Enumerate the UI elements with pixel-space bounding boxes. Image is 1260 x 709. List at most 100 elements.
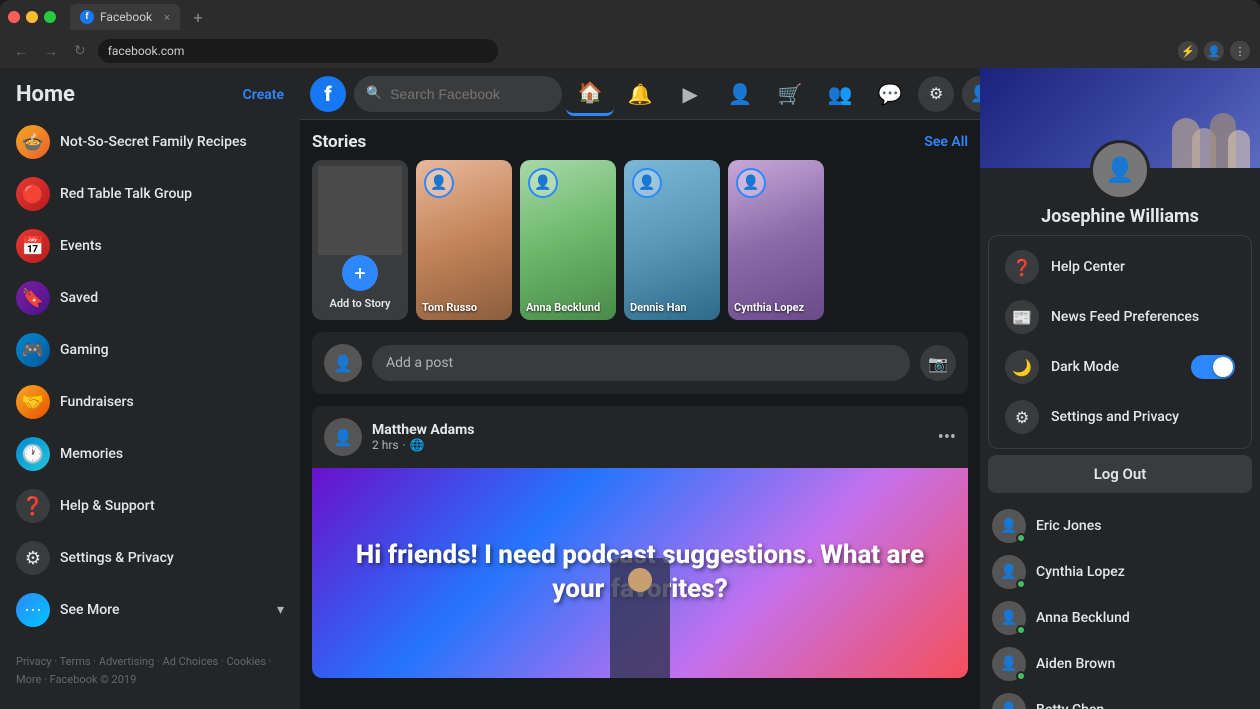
post-card: 👤 Matthew Adams 2 hrs · 🌐 ••• Hi friends… (312, 406, 968, 678)
add-story-card[interactable]: + Add to Story (312, 160, 408, 320)
add-story-label: Add to Story (330, 297, 391, 310)
menu-item-settings-privacy[interactable]: ⚙ Settings and Privacy (995, 392, 1245, 442)
friend-name: Aiden Brown (1036, 656, 1115, 672)
footer-text: Privacy · Terms · Advertising · Ad Choic… (16, 655, 272, 686)
menu-item-news-feed-prefs[interactable]: 📰 News Feed Preferences (995, 292, 1245, 342)
profile-card: 👤 Josephine Williams (980, 68, 1260, 231)
search-input[interactable] (390, 86, 550, 102)
stories-title: Stories (312, 132, 366, 152)
create-button[interactable]: Create (243, 87, 284, 103)
minimize-traffic-light[interactable] (26, 11, 38, 23)
stories-section: Stories See All + Add to Story (312, 132, 968, 320)
settings-icon: ⚙ (16, 541, 50, 575)
dropdown-menu: ❓ Help Center 📰 News Feed Preferences 🌙 … (988, 235, 1252, 449)
see-more-icon: ⋯ (16, 593, 50, 627)
reload-button[interactable]: ↻ (70, 41, 90, 61)
tab-bar: f Facebook × + (0, 0, 1260, 34)
sidebar-item-family-recipes[interactable]: 🍲 Not-So-Secret Family Recipes (8, 117, 292, 167)
see-all-button[interactable]: See All (924, 134, 968, 150)
browser-chrome: f Facebook × + ← → ↻ facebook.com ⚡ 👤 ⋮ (0, 0, 1260, 68)
dark-mode-toggle[interactable] (1191, 355, 1235, 379)
active-tab[interactable]: f Facebook × (70, 4, 180, 30)
sidebar-item-settings-privacy[interactable]: ⚙ Settings & Privacy (8, 533, 292, 583)
chevron-down-icon: ▾ (277, 602, 284, 618)
url-text: facebook.com (108, 44, 185, 58)
messenger-nav-button[interactable]: 💬 (866, 72, 914, 116)
saved-icon: 🔖 (16, 281, 50, 315)
sidebar-item-memories[interactable]: 🕐 Memories (8, 429, 292, 479)
profile-avatar-nav[interactable]: 👤 (962, 76, 980, 112)
friend-item-betty-chen[interactable]: 👤 Betty Chen (988, 687, 1252, 709)
sidebar-item-fundraisers[interactable]: 🤝 Fundraisers (8, 377, 292, 427)
post-figure (610, 558, 670, 678)
menu-button[interactable]: ⋮ (1230, 41, 1250, 61)
story-name: Cynthia Lopez (734, 301, 804, 314)
home-nav-button[interactable]: 🏠 (566, 72, 614, 116)
menu-item-dark-mode[interactable]: 🌙 Dark Mode (995, 342, 1245, 392)
menu-item-label: Help Center (1051, 259, 1125, 275)
memories-icon: 🕐 (16, 437, 50, 471)
help-icon: ❓ (16, 489, 50, 523)
help-center-icon: ❓ (1005, 250, 1039, 284)
sidebar-item-saved[interactable]: 🔖 Saved (8, 273, 292, 323)
friend-item-anna-becklund[interactable]: 👤 Anna Becklund (988, 595, 1252, 641)
notifications-nav-button[interactable]: 🔔 (616, 72, 664, 116)
marketplace-nav-button[interactable]: 🛒 (766, 72, 814, 116)
profile-name: Josephine Williams (980, 200, 1260, 231)
story-card-dennis-han[interactable]: 👤 Dennis Han (624, 160, 720, 320)
groups-nav-button[interactable]: 👥 (816, 72, 864, 116)
settings-nav-button[interactable]: ⚙ (918, 76, 954, 112)
profile-nav-button[interactable]: 👤 (716, 72, 764, 116)
stories-row: + Add to Story 👤 Tom Russo (312, 160, 968, 320)
logout-button[interactable]: Log Out (988, 455, 1252, 493)
see-more-label: See More (60, 602, 119, 618)
address-bar: ← → ↻ facebook.com ⚡ 👤 ⋮ (0, 34, 1260, 68)
sidebar-item-help[interactable]: ❓ Help & Support (8, 481, 292, 531)
profile-avatar: 👤 (1090, 140, 1150, 200)
post-time: 2 hrs (372, 438, 399, 452)
close-traffic-light[interactable] (8, 11, 20, 23)
forward-button[interactable]: → (40, 41, 62, 62)
sidebar-item-label: Settings & Privacy (60, 550, 174, 566)
profile-avatar-wrap: 👤 (980, 140, 1260, 200)
red-table-icon: 🔴 (16, 177, 50, 211)
friend-item-eric-jones[interactable]: 👤 Eric Jones (988, 503, 1252, 549)
main-area: f 🔍 🏠 🔔 ▶ 👤 🛒 👥 💬 ⚙ 👤 (300, 68, 980, 709)
post-author-name: Matthew Adams (372, 422, 928, 438)
sidebar-item-events[interactable]: 📅 Events (8, 221, 292, 271)
extensions-button[interactable]: ⚡ (1178, 41, 1198, 61)
friends-list: 👤 Eric Jones 👤 Cynthia Lopez 👤 Anna Beck… (980, 499, 1260, 709)
fundraisers-icon: 🤝 (16, 385, 50, 419)
url-bar[interactable]: facebook.com (98, 39, 498, 63)
back-button[interactable]: ← (10, 41, 32, 62)
sidebar-header: Home Create (8, 78, 292, 117)
friend-avatar: 👤 (992, 693, 1026, 709)
settings-privacy-icon: ⚙ (1005, 400, 1039, 434)
friend-name: Betty Chen (1036, 702, 1104, 709)
story-name: Tom Russo (422, 301, 477, 314)
watch-nav-button[interactable]: ▶ (666, 72, 714, 116)
friend-item-aiden-brown[interactable]: 👤 Aiden Brown (988, 641, 1252, 687)
family-recipes-icon: 🍲 (16, 125, 50, 159)
post-input-button[interactable]: Add a post (372, 345, 910, 381)
friend-avatar: 👤 (992, 555, 1026, 589)
see-more-button[interactable]: ⋯ See More ▾ (8, 585, 292, 635)
post-more-button[interactable]: ••• (938, 427, 956, 448)
sidebar-item-label: Gaming (60, 342, 109, 358)
profile-browser-button[interactable]: 👤 (1204, 41, 1224, 61)
tab-close-button[interactable]: × (164, 11, 170, 24)
story-card-cynthia-lopez[interactable]: 👤 Cynthia Lopez (728, 160, 824, 320)
app: Home Create 🍲 Not-So-Secret Family Recip… (0, 68, 1260, 709)
add-photo-button[interactable]: 📷 (920, 345, 956, 381)
story-card-tom-russo[interactable]: 👤 Tom Russo (416, 160, 512, 320)
friend-item-cynthia-lopez[interactable]: 👤 Cynthia Lopez (988, 549, 1252, 595)
new-tab-button[interactable]: + (186, 5, 210, 29)
post-author-avatar: 👤 (324, 418, 362, 456)
story-card-anna-becklund[interactable]: 👤 Anna Becklund (520, 160, 616, 320)
friend-avatar: 👤 (992, 601, 1026, 635)
sidebar-item-red-table-talk[interactable]: 🔴 Red Table Talk Group (8, 169, 292, 219)
fullscreen-traffic-light[interactable] (44, 11, 56, 23)
sidebar-item-gaming[interactable]: 🎮 Gaming (8, 325, 292, 375)
search-bar[interactable]: 🔍 (354, 76, 562, 112)
menu-item-help-center[interactable]: ❓ Help Center (995, 242, 1245, 292)
